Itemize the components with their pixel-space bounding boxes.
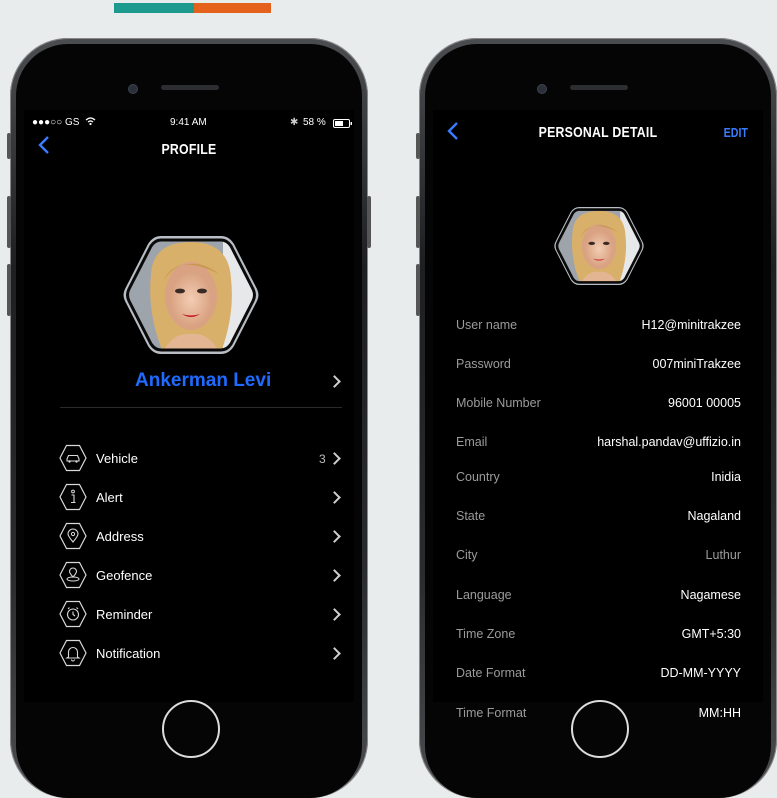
page-title: PERSONAL DETAIL (538, 124, 658, 141)
field-label: Password (456, 357, 511, 371)
bell-icon (59, 639, 87, 667)
car-icon (59, 444, 87, 472)
field-value[interactable]: H12@minitrakzee (641, 318, 741, 332)
field-value[interactable]: Nagaland (687, 509, 741, 523)
menu-row-address[interactable]: Address (24, 521, 354, 551)
status-time: 9:41 AM (170, 117, 207, 128)
field-value[interactable]: 007miniTrakzee (653, 357, 741, 371)
accent-bar-orange (194, 3, 271, 13)
field-label: Mobile Number (456, 396, 541, 410)
home-button[interactable] (162, 700, 220, 758)
chevron-right-icon (328, 569, 341, 582)
menu-label-notification: Notification (96, 646, 161, 661)
field-label: Email (456, 435, 488, 449)
menu-row-vehicle[interactable]: Vehicle 3 (24, 443, 354, 473)
menu-row-notification[interactable]: Notification (24, 638, 354, 668)
location-pin-icon (59, 522, 87, 550)
field-label: Time Zone (456, 627, 516, 641)
field-label: City (456, 548, 478, 562)
field-value[interactable]: Inidia (711, 470, 741, 484)
volume-down-button (416, 264, 420, 316)
field-value[interactable]: DD-MM-YYYY (660, 666, 741, 680)
field-value[interactable]: MM:HH (699, 706, 741, 720)
chevron-right-icon (328, 647, 341, 660)
battery-icon (333, 119, 353, 131)
menu-row-alert[interactable]: Alert (24, 482, 354, 512)
field-label: Time Format (456, 706, 527, 720)
field-label: Date Format (456, 666, 526, 680)
vehicle-count: 3 (319, 452, 326, 466)
power-button (367, 196, 371, 248)
front-camera (537, 84, 547, 94)
page-title: PROFILE (161, 141, 217, 158)
volume-down-button (7, 264, 11, 316)
battery-percent: 58 % (303, 117, 326, 128)
field-label: User name (456, 318, 518, 332)
field-label: Language (456, 588, 512, 602)
volume-up-button (416, 196, 420, 248)
chevron-right-icon (328, 530, 341, 543)
silent-switch (416, 133, 420, 159)
menu-row-geofence[interactable]: Geofence (24, 560, 354, 590)
field-value[interactable]: Luthur (706, 548, 741, 562)
profile-divider (60, 407, 342, 408)
alarm-clock-icon (59, 600, 87, 628)
profile-screen: ●●●○○ GS 9:41 AM ✱ 58 % PROFILE Ankerman… (24, 110, 354, 702)
menu-label-alert: Alert (96, 490, 123, 505)
field-value[interactable]: harshal.pandav@uffizio.in (597, 435, 741, 449)
bluetooth-icon: ✱ (290, 117, 299, 128)
back-button[interactable] (38, 134, 50, 160)
profile-avatar[interactable] (123, 234, 259, 356)
phone-personal-detail: PERSONAL DETAIL EDIT User name H12@minit… (416, 38, 777, 798)
field-value[interactable]: Nagamese (681, 588, 741, 602)
silent-switch (7, 133, 11, 159)
back-button[interactable] (447, 120, 459, 146)
field-value[interactable]: 96001 00005 (668, 396, 741, 410)
menu-row-reminder[interactable]: Reminder (24, 599, 354, 629)
menu-label-geofence: Geofence (96, 568, 153, 583)
personal-detail-screen: PERSONAL DETAIL EDIT User name H12@minit… (433, 110, 763, 720)
chevron-right-icon (328, 452, 341, 465)
volume-up-button (7, 196, 11, 248)
status-bar: ●●●○○ GS 9:41 AM ✱ 58 % (24, 117, 354, 131)
profile-chevron-icon[interactable] (328, 375, 341, 388)
field-label: Country (456, 470, 500, 484)
home-button[interactable] (571, 700, 629, 758)
geofence-icon (59, 561, 87, 589)
carrier-signal: ●●●○○ GS (32, 117, 80, 128)
phone-profile: ●●●○○ GS 9:41 AM ✱ 58 % PROFILE Ankerman… (7, 38, 371, 798)
wifi-icon (85, 116, 96, 129)
info-icon (59, 483, 87, 511)
earpiece-speaker (570, 85, 628, 90)
front-camera (128, 84, 138, 94)
edit-button[interactable]: EDIT (724, 125, 748, 140)
field-value[interactable]: GMT+5:30 (682, 627, 741, 641)
earpiece-speaker (161, 85, 219, 90)
chevron-right-icon (328, 608, 341, 621)
accent-bar-teal (114, 3, 194, 13)
menu-label-reminder: Reminder (96, 607, 153, 622)
chevron-right-icon (328, 491, 341, 504)
menu-label-vehicle: Vehicle (96, 451, 138, 466)
user-name[interactable]: Ankerman Levi (135, 370, 271, 392)
field-label: State (456, 509, 486, 523)
profile-avatar (554, 205, 644, 287)
menu-label-address: Address (96, 529, 144, 544)
